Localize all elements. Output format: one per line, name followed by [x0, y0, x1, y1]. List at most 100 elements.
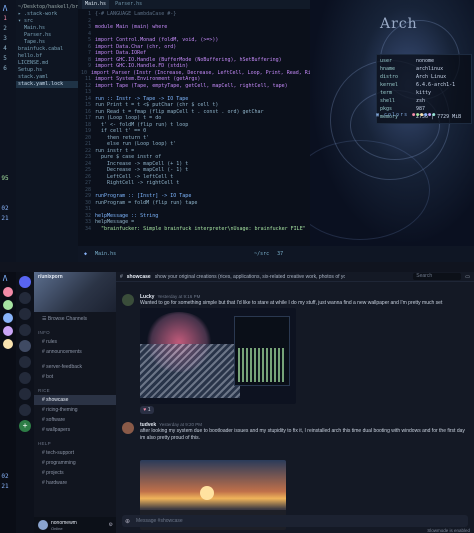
status-file: Main.hs	[95, 251, 117, 257]
line-text: RightCell -> rightCell t	[95, 180, 180, 186]
file-setup-hs[interactable]: Setup.hs	[16, 67, 78, 74]
file-license[interactable]: LICENSE.md	[16, 60, 78, 67]
search-input[interactable]: Search	[413, 273, 462, 280]
server-icon-6[interactable]	[19, 388, 31, 400]
folder-stack-work[interactable]: ▸ .stack-work	[16, 11, 78, 18]
server-banner[interactable]: r/unixporn	[34, 272, 116, 312]
channel-announcements[interactable]: # announcements	[34, 347, 116, 357]
os-sidebar: Λ 02 21	[0, 272, 16, 533]
message-timestamp: Yesterday at 9:16 PM	[157, 294, 201, 299]
channel-name: tech-support	[46, 450, 74, 456]
settings-gear-icon[interactable]: ⚙	[109, 522, 113, 528]
channel-name: wallpapers	[46, 427, 71, 433]
fetch-key: distro	[380, 74, 399, 80]
code-area[interactable]: 1 {-# LANGUAGE LambdaCase #-} 2 3 module Mai…	[78, 9, 344, 233]
channel-ricing-theming[interactable]: # ricing-theming	[34, 405, 116, 415]
channel-wallpapers[interactable]: # wallpapers	[34, 425, 116, 435]
channel-name: ricing-theming	[46, 407, 78, 413]
fetch-row-hname: hname archlinux	[380, 65, 468, 73]
channel-name: announcements	[46, 349, 82, 355]
file-tape-hs[interactable]: Tape.hs	[16, 39, 78, 46]
server-icon-1[interactable]	[19, 292, 31, 304]
screenshot-attachment[interactable]	[140, 308, 296, 404]
line-text: import Tape (Tape, emptyTape, getCell, m…	[95, 82, 288, 89]
add-server-icon[interactable]: +	[19, 420, 31, 432]
server-icon-3[interactable]	[19, 324, 31, 336]
reaction-badge[interactable]: ♥ 1	[140, 406, 154, 414]
fetch-value: nonome	[416, 58, 435, 64]
channel-category[interactable]: HELP	[34, 435, 116, 448]
editor-tabs: Main.hs Parser.hs	[78, 0, 310, 9]
arch-logo-icon: Λ	[2, 4, 8, 13]
channel-programming[interactable]: # programming	[34, 458, 116, 468]
line-text: runProgram = foldM (flip run) tape	[95, 199, 198, 206]
server-list: +	[16, 272, 34, 533]
avatar[interactable]	[38, 520, 48, 530]
app-icon-5[interactable]	[3, 339, 13, 349]
code-line: 34 "brainfucker: Simple brainfuck interp…	[81, 226, 310, 233]
file-hello-bf[interactable]: hello.bf	[16, 53, 78, 60]
fetch-value: zsh	[416, 98, 426, 104]
fetch-key: term	[380, 90, 393, 96]
workspace-6[interactable]: 6	[0, 64, 10, 74]
server-name[interactable]: r/unixporn	[38, 274, 63, 280]
file-cabal[interactable]: brainfuck.cabal	[16, 46, 78, 53]
chat-header: # showcase show your original creations …	[116, 272, 474, 282]
palette-icon: ▣	[376, 112, 385, 118]
channel-title: showcase	[126, 273, 151, 280]
clock-minute: 21	[1, 215, 9, 222]
inbox-icon[interactable]: ▭	[465, 274, 470, 280]
message-text: after looking my system due to bootloade…	[140, 428, 465, 441]
line-text: module Main (main) where	[95, 24, 168, 30]
folder-src[interactable]: ▾ src	[16, 18, 78, 25]
file-stack-yaml[interactable]: stack.yaml	[16, 74, 78, 81]
channel-software[interactable]: # software	[34, 415, 116, 425]
fetch-row-term: term kitty	[380, 89, 468, 97]
channel-name: bot	[46, 374, 54, 380]
workspace-1[interactable]: 1	[0, 14, 10, 24]
discord-home-icon[interactable]	[19, 276, 31, 288]
file-stack-yaml-lock[interactable]: stack.yaml.lock	[16, 81, 78, 88]
server-icon-unixporn[interactable]	[19, 340, 31, 352]
tab-parser-hs[interactable]: Parser.hs	[115, 0, 142, 9]
channel-name: showcase	[46, 397, 69, 403]
workspace-3[interactable]: 3	[0, 34, 10, 44]
channel-category[interactable]: INFO	[34, 324, 116, 337]
fetch-key: user	[380, 58, 393, 64]
app-icon-4[interactable]	[3, 326, 13, 336]
channel-category[interactable]: RICE	[34, 382, 116, 395]
browse-channels[interactable]: ☰ Browse Channels	[34, 312, 116, 324]
server-icon-2[interactable]	[19, 308, 31, 320]
workspace-2[interactable]: 2	[0, 24, 10, 34]
app-icon-1[interactable]	[3, 287, 13, 297]
server-icon-7[interactable]	[19, 404, 31, 416]
file-main-hs[interactable]: Main.hs	[16, 25, 78, 32]
app-icon-3[interactable]	[3, 313, 13, 323]
file-parser-hs[interactable]: Parser.hs	[16, 32, 78, 39]
channel-rules[interactable]: # rules	[34, 337, 116, 347]
status-path: ~/src	[254, 251, 270, 257]
message-input[interactable]: Message #showcase	[122, 515, 468, 527]
channel-projects[interactable]: # projects	[34, 468, 116, 478]
line-number: 34	[84, 225, 91, 232]
workspace-4[interactable]: 4	[0, 44, 10, 54]
channel-hardware[interactable]: # hardware	[34, 478, 116, 488]
channel-bot[interactable]: # bot	[34, 372, 116, 382]
channel-showcase[interactable]: # showcase	[34, 395, 116, 405]
arch-logo-icon: Λ	[2, 274, 8, 283]
channel-name: software	[46, 417, 66, 423]
channel-server-feedback[interactable]: # server-feedback	[34, 362, 116, 372]
server-icon-4[interactable]	[19, 356, 31, 368]
channel-tech-support[interactable]: # tech-support	[34, 448, 116, 458]
avatar[interactable]	[122, 422, 134, 434]
avatar[interactable]	[122, 294, 134, 306]
app-icon-2[interactable]	[3, 300, 13, 310]
channel-topic: show your original creations (rices, app…	[154, 273, 345, 280]
server-icon-5[interactable]	[19, 372, 31, 384]
fetch-value: kitty	[416, 90, 432, 96]
status-line: 37	[277, 251, 284, 257]
code-editor[interactable]: Main.hs Parser.hs 1 {-# LANGUAGE LambdaCa…	[78, 0, 344, 262]
tab-main-hs[interactable]: Main.hs	[82, 0, 110, 9]
workspace-5[interactable]: 5	[0, 54, 10, 64]
add-attachment-icon[interactable]: ⊕	[125, 518, 130, 525]
